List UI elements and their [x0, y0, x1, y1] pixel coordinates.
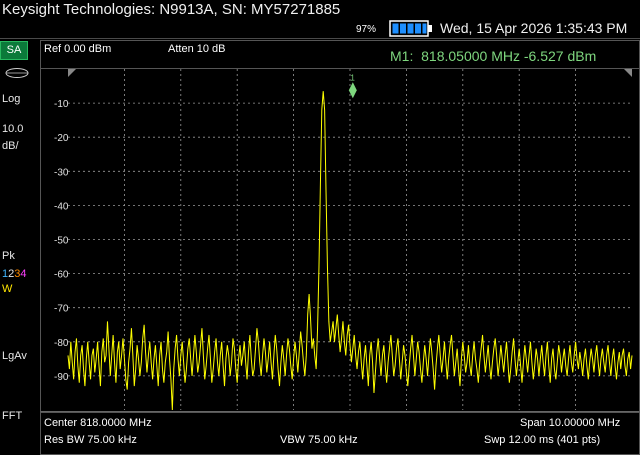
spectrum-plot[interactable]: -10 -20 -30 -40 -50 -60 -70 -80 -90 1: [54, 69, 633, 411]
datetime-readout: Wed, 15 Apr 2026 1:35:43 PM: [440, 20, 628, 36]
plot-corner-right: [624, 69, 632, 77]
y-tick-label: -10: [54, 99, 69, 110]
y-tick-label: -50: [54, 236, 69, 247]
marker-amplitude: -6.527 dBm: [523, 48, 597, 64]
y-tick-label: -20: [54, 133, 69, 144]
span[interactable]: Span 10.00000 MHz: [520, 417, 620, 429]
calibration-icon: [5, 68, 29, 78]
y-tick-label: -90: [54, 372, 69, 383]
y-tick-label: -80: [54, 338, 69, 349]
y-tick-label: -40: [54, 201, 69, 212]
y-tick-label: -60: [54, 270, 69, 281]
sweep-time[interactable]: Swp 12.00 ms (401 pts): [484, 434, 600, 446]
detector-label: Pk: [2, 250, 15, 262]
trace-4-indicator[interactable]: 4: [20, 268, 26, 280]
trace-indicators: 1234: [2, 268, 27, 280]
marker-frequency: 818.05000 MHz: [421, 48, 520, 64]
y-tick-label: -30: [54, 167, 69, 178]
video-bandwidth[interactable]: VBW 75.00 kHz: [280, 434, 358, 446]
sweep-mode-label: FFT: [2, 410, 23, 422]
marker-number: 1: [350, 73, 355, 82]
header-divider: [0, 38, 640, 39]
scale-unit: dB/: [2, 140, 19, 152]
averaging-label: LgAv: [2, 350, 27, 362]
resolution-bandwidth[interactable]: Res BW 75.00 kHz: [44, 434, 137, 446]
plot-grid: [68, 69, 632, 410]
scale-type: Log: [2, 93, 21, 105]
y-tick-labels: -10 -20 -30 -40 -50 -60 -70 -80 -90: [54, 99, 69, 383]
mode-tab-sa[interactable]: SA: [0, 41, 28, 60]
scale-value: 10.0: [2, 123, 24, 135]
battery-icon: [389, 20, 432, 37]
center-frequency[interactable]: Center 818.0000 MHz: [44, 417, 152, 429]
battery-percentage: 97%: [356, 24, 377, 35]
plot-corner-left: [68, 69, 76, 77]
ref-level[interactable]: Ref 0.00 dBm: [44, 43, 111, 55]
marker-label: M1:: [390, 48, 414, 64]
attenuation[interactable]: Atten 10 dB: [168, 43, 226, 55]
marker-readout: M1: 818.05000 MHz -6.527 dBm: [390, 48, 596, 64]
instrument-title: Keysight Technologies: N9913A, SN: MY572…: [2, 1, 341, 18]
y-tick-label: -70: [54, 304, 69, 315]
trace-state: W: [2, 283, 13, 295]
